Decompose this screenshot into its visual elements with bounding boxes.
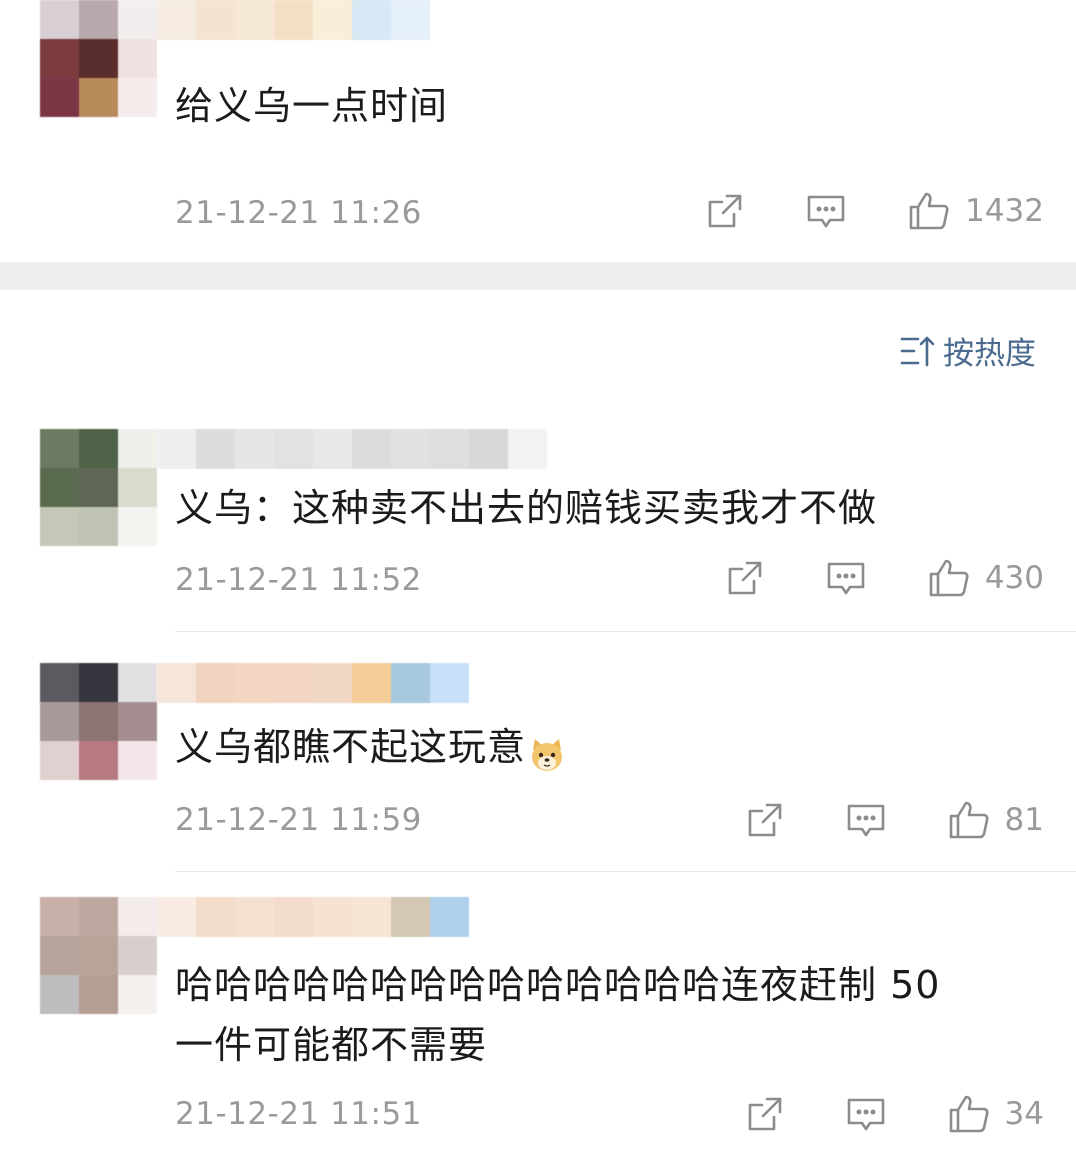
divider <box>175 871 1076 872</box>
comment-icon[interactable] <box>825 558 867 598</box>
comment-text-content: 义乌都瞧不起这玩意 <box>175 725 527 769</box>
comment-text: 义乌都瞧不起这玩意 <box>175 717 566 777</box>
username[interactable] <box>157 897 469 937</box>
username[interactable] <box>157 0 430 40</box>
share-icon[interactable] <box>745 800 785 840</box>
thumbs-up-icon <box>927 557 971 599</box>
like-count: 1432 <box>965 193 1044 229</box>
comment-text: 义乌：这种卖不出去的赔钱买卖我才不做 <box>175 486 878 530</box>
comment-icon[interactable] <box>845 1094 887 1134</box>
comment-text: 哈哈哈哈哈哈哈哈哈哈哈哈哈哈连夜赶制 50 一件可能都不需要 <box>175 955 940 1075</box>
thumbs-up-icon <box>947 799 991 841</box>
share-icon[interactable] <box>705 191 745 231</box>
sort-toggle[interactable]: 按热度 <box>899 328 1036 373</box>
timestamp: 21-12-21 11:52 <box>175 562 422 598</box>
comment-actions: 34 <box>745 1093 1044 1135</box>
share-icon[interactable] <box>745 1094 785 1134</box>
comment-actions: 81 <box>745 799 1044 841</box>
like-count: 34 <box>1004 1096 1044 1132</box>
comment-text-line: 哈哈哈哈哈哈哈哈哈哈哈哈哈哈连夜赶制 50 <box>175 963 941 1007</box>
like-button[interactable]: 34 <box>947 1093 1044 1135</box>
thumbs-up-icon <box>907 190 951 232</box>
timestamp: 21-12-21 11:26 <box>175 195 422 231</box>
divider <box>175 631 1076 632</box>
like-button[interactable]: 430 <box>927 557 1044 599</box>
avatar[interactable] <box>40 897 157 1014</box>
username[interactable] <box>157 429 547 469</box>
section-divider <box>0 262 1076 290</box>
comment-text-line: 一件可能都不需要 <box>175 1023 488 1067</box>
avatar[interactable] <box>40 0 157 117</box>
like-button[interactable]: 1432 <box>907 190 1044 232</box>
username[interactable] <box>157 663 469 703</box>
comment-actions: 1432 <box>705 190 1044 232</box>
timestamp: 21-12-21 11:51 <box>175 1096 422 1132</box>
avatar[interactable] <box>40 663 157 780</box>
like-count: 81 <box>1004 802 1044 838</box>
comment-icon[interactable] <box>845 800 887 840</box>
comment-text: 给义乌一点时间 <box>175 84 449 128</box>
comment-icon[interactable] <box>805 191 847 231</box>
thumbs-up-icon <box>947 1093 991 1135</box>
sort-label: 按热度 <box>943 336 1036 372</box>
avatar[interactable] <box>40 429 157 546</box>
share-icon[interactable] <box>725 558 765 598</box>
like-count: 430 <box>984 560 1044 596</box>
sort-icon <box>899 334 937 368</box>
comment-actions: 430 <box>725 557 1044 599</box>
doge-emoji <box>528 731 566 771</box>
timestamp: 21-12-21 11:59 <box>175 802 422 838</box>
like-button[interactable]: 81 <box>947 799 1044 841</box>
